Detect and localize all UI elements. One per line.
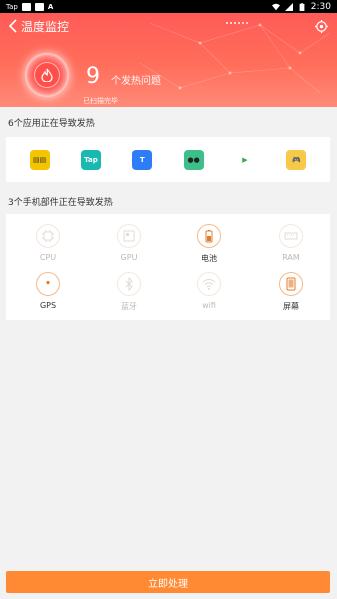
t-app-icon[interactable]: T [132,149,153,170]
cpu-icon [36,224,60,248]
part-label: RAM [282,253,300,262]
wifi-icon [197,272,221,296]
handle-now-button[interactable]: 立即处理 [6,571,330,593]
header: 温度监控 9 个发热问题 已扫描完毕 [0,13,337,107]
status-bar: Tap A 2:30 [0,0,337,13]
part-gpu[interactable]: GPU [99,224,159,262]
parts-grid: CPU GPU 电池 RAM GPS 蓝牙 wifi 屏幕 [6,214,330,320]
wifi-status-icon [271,3,280,10]
parts-section-title: 3个手机部件正在导致发热 [8,198,113,208]
part-label: GPS [39,301,57,310]
ram-icon [279,224,303,248]
gps-icon [36,272,60,296]
signal-icon [284,2,293,11]
carrier-label: Tap [6,2,18,11]
part-label: wifi [202,301,216,310]
part-gps[interactable]: GPS [18,272,78,310]
back-icon[interactable] [8,19,18,33]
part-label: 电池 [201,254,217,263]
battery-status-icon [299,2,305,11]
battery-icon [197,224,221,248]
clock: 2:30 [310,1,331,12]
notification-icon-2 [34,2,44,11]
issue-count-label: 个发热问题 [111,76,161,87]
flame-icon [34,62,60,88]
tap-icon[interactable]: Tap [80,149,101,170]
notification-icon [21,2,31,11]
part-label: 屏幕 [283,302,299,311]
part-label: CPU [39,253,57,262]
play-store-icon[interactable]: ▶ [234,149,255,170]
panda-app-icon[interactable]: ●● [183,149,204,170]
bluetooth-icon [117,272,141,296]
part-wifi[interactable]: wifi [179,272,239,310]
part-label: GPU [120,253,138,262]
gpu-icon [117,224,141,248]
notification-a-icon: A [47,2,54,11]
issue-count: 9 [86,64,100,89]
part-cpu[interactable]: CPU [18,224,78,262]
page-title: 温度监控 [21,20,70,34]
screen-icon [279,272,303,296]
part-ram[interactable]: RAM [261,224,321,262]
scan-status: 已扫描完毕 [83,97,118,105]
heat-ring [25,53,69,97]
apps-section-title: 6个应用正在导致发热 [8,119,95,129]
apps-list: ▤▤ Tap T ●● ▶ 🎮 [6,137,330,182]
settings-icon[interactable] [314,19,329,34]
dots-decoration [226,22,248,24]
app1-icon[interactable]: ▤▤ [29,149,50,170]
part-屏幕[interactable]: 屏幕 [261,272,321,312]
game-app-icon[interactable]: 🎮 [286,149,307,170]
part-label: 蓝牙 [121,302,137,311]
part-蓝牙[interactable]: 蓝牙 [99,272,159,312]
part-电池[interactable]: 电池 [179,224,239,264]
